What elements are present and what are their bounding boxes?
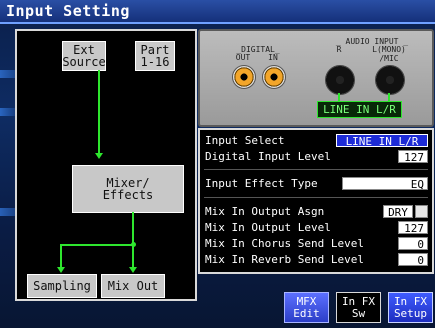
audio-r-label: R bbox=[336, 45, 342, 54]
input-effect-type-label: Input Effect Type bbox=[205, 177, 318, 190]
jack-line bbox=[338, 93, 340, 101]
audio-l-label: L(MONO) /MIC bbox=[372, 45, 406, 63]
mix-in-reverb-send-value[interactable]: 0 bbox=[398, 253, 428, 267]
mix-in-output-assign-label: Mix In Output Asgn bbox=[205, 205, 325, 218]
input-select-label: Input Select bbox=[205, 134, 285, 147]
digital-out-jack-icon bbox=[232, 65, 256, 89]
flow-line bbox=[98, 70, 100, 156]
flow-line bbox=[132, 212, 134, 246]
dropdown-icon[interactable] bbox=[415, 205, 428, 218]
param-row-mix-in-reverb-send[interactable]: Mix In Reverb Send Level 0 bbox=[205, 253, 428, 267]
digital-in-jack-icon bbox=[262, 65, 286, 89]
digital-out-label: OUT bbox=[235, 53, 251, 62]
ext-source-block[interactable]: Ext Source bbox=[62, 41, 106, 71]
in-fx-sw-button[interactable]: In FX Sw bbox=[336, 292, 381, 323]
param-row-input-effect-type[interactable]: Input Effect Type EQ bbox=[205, 177, 428, 191]
audio-l-jack-icon bbox=[375, 65, 405, 95]
mix-out-block[interactable]: Mix Out bbox=[101, 274, 165, 298]
flow-line bbox=[60, 244, 134, 246]
mixer-effects-block[interactable]: Mixer/ Effects bbox=[72, 165, 184, 213]
flow-arrow bbox=[95, 153, 103, 159]
mix-in-chorus-send-value[interactable]: 0 bbox=[398, 237, 428, 251]
digital-in-label: IN bbox=[268, 53, 278, 62]
param-row-mix-in-output-level[interactable]: Mix In Output Level 127 bbox=[205, 221, 428, 235]
in-fx-setup-button[interactable]: In FX Setup bbox=[388, 292, 433, 323]
param-row-mix-in-output-assign[interactable]: Mix In Output Asgn DRY bbox=[205, 205, 428, 219]
mix-in-output-level-value[interactable]: 127 bbox=[398, 221, 428, 235]
sampling-block[interactable]: Sampling bbox=[27, 274, 97, 298]
param-row-digital-input-level[interactable]: Digital Input Level 127 bbox=[205, 150, 428, 164]
flow-arrow bbox=[129, 267, 137, 273]
line-in-badge: LINE IN L/R bbox=[317, 101, 402, 118]
audio-r-jack-icon bbox=[325, 65, 355, 95]
input-effect-type-value[interactable]: EQ bbox=[342, 177, 428, 191]
mix-in-output-assign-value[interactable]: DRY bbox=[383, 205, 413, 219]
mix-in-output-level-label: Mix In Output Level bbox=[205, 221, 331, 234]
part-block[interactable]: Part 1-16 bbox=[135, 41, 175, 71]
digital-input-level-value[interactable]: 127 bbox=[398, 150, 428, 164]
divider bbox=[204, 197, 428, 198]
signal-flow-panel: Ext Source Part 1-16 Mixer/ Effects Samp… bbox=[15, 29, 197, 301]
flow-junction bbox=[131, 242, 136, 247]
mfx-edit-button[interactable]: MFX Edit bbox=[284, 292, 329, 323]
title-bar: Input Setting bbox=[0, 0, 435, 24]
input-select-value[interactable]: LINE IN L/R bbox=[336, 134, 428, 148]
parameter-panel: Input Select LINE IN L/R Digital Input L… bbox=[198, 128, 434, 274]
mix-in-reverb-send-label: Mix In Reverb Send Level bbox=[205, 253, 364, 266]
jack-line bbox=[388, 93, 390, 101]
jack-panel: _DIGITAL_ OUT IN _ AUDIO INPUT _ R L(MON… bbox=[198, 29, 434, 127]
mix-in-chorus-send-label: Mix In Chorus Send Level bbox=[205, 237, 364, 250]
divider bbox=[204, 169, 428, 170]
window-title: Input Setting bbox=[6, 2, 130, 20]
param-row-mix-in-chorus-send[interactable]: Mix In Chorus Send Level 0 bbox=[205, 237, 428, 251]
flow-arrow bbox=[57, 267, 65, 273]
input-setting-screen: Input Setting Ext Source Part 1-16 Mixer… bbox=[0, 0, 435, 328]
digital-input-level-label: Digital Input Level bbox=[205, 150, 331, 163]
param-row-input-select[interactable]: Input Select LINE IN L/R bbox=[205, 134, 428, 148]
